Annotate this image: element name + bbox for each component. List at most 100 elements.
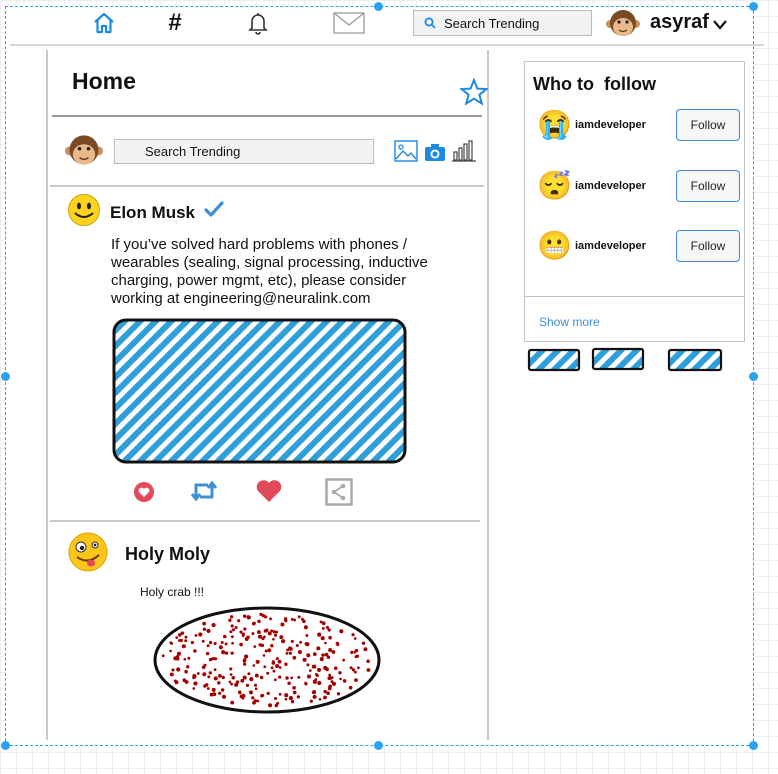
texture-dot (186, 665, 190, 669)
compose-input[interactable]: Search Trending (114, 139, 374, 164)
texture-dot (327, 676, 331, 680)
suggested-username[interactable]: iamdeveloper (575, 180, 646, 192)
hatched-placeholder[interactable] (666, 347, 724, 373)
texture-dot (274, 697, 277, 700)
texture-dot (194, 633, 198, 637)
sleeping-face-avatar: 😴 (537, 170, 572, 201)
texture-dot (176, 667, 181, 672)
post-image-placeholder[interactable] (110, 316, 410, 466)
texture-dot (175, 656, 180, 661)
texture-dot (242, 675, 247, 680)
texture-dot (169, 649, 172, 653)
texture-dot (223, 634, 227, 639)
selection-handle[interactable] (1, 372, 10, 381)
compose-placeholder: Search Trending (145, 144, 241, 159)
post-text: If you’ve solved hard problems with phon… (111, 236, 471, 308)
star-icon[interactable] (460, 78, 488, 106)
texture-dot (324, 641, 327, 645)
texture-dot (220, 640, 224, 645)
texture-dot (240, 678, 245, 683)
texture-dot (305, 634, 309, 637)
follow-suggestion: 😬 iamdeveloper Follow (537, 226, 742, 266)
bell-icon[interactable] (244, 10, 272, 36)
texture-dot (246, 615, 250, 619)
texture-dot (326, 655, 331, 659)
smiley-avatar (68, 194, 100, 226)
heart-icon[interactable] (255, 479, 283, 503)
texture-dot (255, 659, 260, 664)
show-more-link[interactable]: Show more (539, 315, 600, 329)
crying-face-avatar: 😭 (537, 109, 572, 140)
texture-dot (297, 615, 301, 619)
texture-dot (179, 638, 183, 643)
chevron-down-icon[interactable] (713, 20, 727, 30)
hashtag-icon[interactable]: # (162, 9, 188, 36)
like-outline-icon[interactable] (132, 480, 156, 504)
texture-dot (342, 679, 347, 683)
follow-button[interactable]: Follow (676, 230, 740, 262)
texture-dot (247, 672, 251, 676)
texture-dot (348, 685, 353, 690)
share-icon[interactable] (325, 478, 353, 506)
hatched-placeholder[interactable] (590, 346, 646, 372)
selection-handle[interactable] (749, 741, 758, 750)
texture-dot (288, 646, 292, 651)
texture-dot (264, 649, 268, 653)
texture-dot (190, 640, 195, 645)
follow-button[interactable]: Follow (676, 170, 740, 202)
texture-dot (263, 635, 266, 639)
texture-dot (218, 691, 222, 695)
search-placeholder: Search Trending (444, 15, 540, 31)
camera-icon[interactable] (424, 142, 446, 162)
texture-dot (304, 682, 308, 686)
texture-dot (275, 663, 280, 669)
texture-dot (279, 635, 284, 640)
texture-dot (318, 697, 322, 701)
texture-dot (201, 639, 205, 643)
texture-dot (316, 646, 321, 651)
texture-dot (208, 640, 213, 645)
mail-icon[interactable] (332, 10, 366, 36)
username-label[interactable]: asyraf (650, 11, 709, 34)
texture-dot (333, 666, 338, 670)
texture-dot (261, 693, 265, 697)
texture-dot (161, 654, 165, 658)
texture-dot (229, 667, 233, 671)
texture-dot (284, 693, 289, 698)
selection-handle[interactable] (749, 372, 758, 381)
follow-suggestion: 😭 iamdeveloper Follow (537, 105, 742, 145)
texture-dot (258, 643, 262, 647)
texture-dot (332, 681, 336, 686)
hatched-placeholder[interactable] (526, 347, 582, 373)
texture-dot (206, 687, 210, 690)
suggested-username[interactable]: iamdeveloper (575, 240, 646, 252)
follow-button[interactable]: Follow (676, 109, 740, 141)
nav-search-input[interactable]: Search Trending (413, 10, 592, 36)
suggested-username[interactable]: iamdeveloper (575, 119, 646, 131)
retweet-icon[interactable] (190, 479, 218, 503)
texture-dot (354, 678, 358, 682)
texture-dot (213, 676, 218, 681)
texture-dot (339, 677, 342, 681)
poll-icon[interactable] (452, 140, 476, 162)
texture-dot (336, 643, 340, 647)
texture-dot (320, 636, 325, 641)
texture-dot (208, 671, 212, 675)
top-navigation: # Search Trending asyraf (10, 0, 764, 46)
texture-dot (276, 701, 280, 705)
post-image-ellipse[interactable] (151, 604, 383, 716)
texture-dot (244, 654, 249, 659)
texture-dot (211, 657, 215, 661)
texture-dot (193, 681, 198, 686)
selection-handle[interactable] (374, 741, 383, 750)
image-icon[interactable] (394, 140, 418, 162)
texture-dot (281, 623, 285, 627)
texture-dot (204, 683, 209, 687)
texture-dot (292, 690, 297, 695)
user-avatar-monkey[interactable] (606, 8, 640, 40)
post-author[interactable]: Elon Musk (110, 203, 195, 223)
post-author[interactable]: Holy Moly (125, 544, 210, 565)
texture-dot (268, 703, 273, 708)
home-icon[interactable] (90, 10, 118, 36)
selection-handle[interactable] (1, 741, 10, 750)
